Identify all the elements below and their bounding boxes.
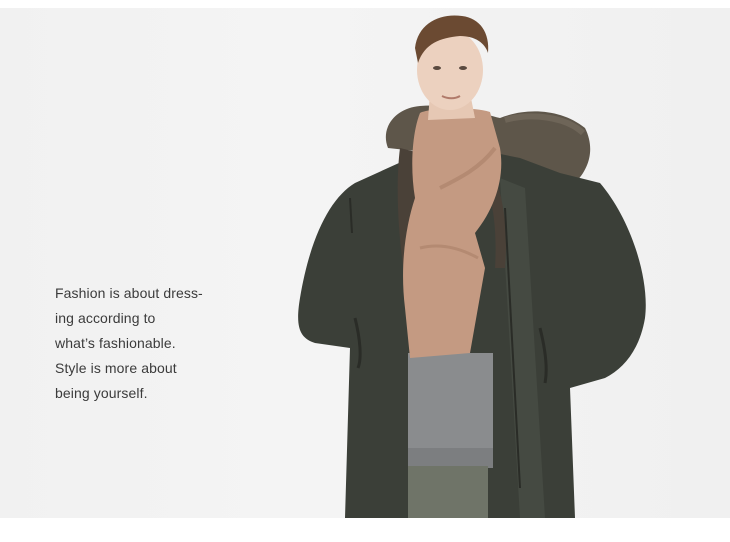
product-banner: Fashion is about dress- ing according to… <box>0 0 730 542</box>
model-photo <box>0 8 730 518</box>
quote-line: being yourself. <box>55 385 148 401</box>
sweater <box>408 353 493 463</box>
quote-line: Style is more about <box>55 360 177 376</box>
quote-line: Fashion is about dress- <box>55 285 203 301</box>
quote-line: ing according to <box>55 310 156 326</box>
fashion-quote: Fashion is about dress- ing according to… <box>55 281 245 406</box>
model-illustration <box>298 15 646 518</box>
quote-line: what’s fashionable. <box>55 335 176 351</box>
